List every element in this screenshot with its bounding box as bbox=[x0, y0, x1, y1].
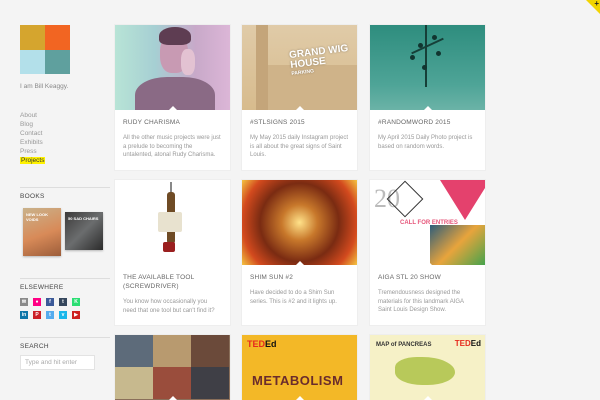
main-nav: About Blog Contact Exhibits Press Projec… bbox=[20, 111, 110, 165]
nav-projects[interactable]: Projects bbox=[20, 156, 110, 165]
project-thumbnail: TEDEd METABOLISM bbox=[242, 335, 357, 400]
vimeo-icon[interactable]: v bbox=[59, 311, 67, 319]
project-card-stlsigns[interactable]: GRAND WIG HOUSE PARKING #STLSIGNS 2015 My… bbox=[242, 25, 357, 170]
project-title: AIGA STL 20 SHOW bbox=[378, 274, 441, 281]
book-cover-2[interactable]: 50 SAD CHAIRS bbox=[65, 212, 103, 250]
facebook-icon[interactable]: f bbox=[46, 298, 54, 306]
project-description: All the other music projects were just a… bbox=[123, 135, 221, 158]
project-thumbnail: 20 CALL FOR ENTRIES bbox=[370, 180, 485, 265]
project-card-mosaic[interactable] bbox=[115, 335, 230, 400]
project-card-shim-sun[interactable]: SHIM SUN #2 Have decided to do a Shim Su… bbox=[242, 180, 357, 325]
elsewhere-heading: ELSEWHERE bbox=[20, 284, 64, 291]
book-cover-1[interactable]: NEW LOOK VOIDS bbox=[23, 208, 61, 256]
project-description: Tremendousness designed the materials fo… bbox=[378, 290, 464, 313]
flickr-icon[interactable]: ● bbox=[33, 298, 41, 306]
project-card-randomword[interactable]: #RANDOMWORD 2015 My April 2015 Daily Pho… bbox=[370, 25, 485, 170]
project-title: THE AVAILABLE TOOL (SCREWDRIVER) bbox=[123, 274, 195, 290]
sidebar: I am Bill Keaggy. About Blog Contact Exh… bbox=[20, 25, 110, 370]
project-card-available-tool[interactable]: THE AVAILABLE TOOL (SCREWDRIVER) You kno… bbox=[115, 180, 230, 325]
project-description: My May 2015 daily Instagram project is a… bbox=[250, 135, 349, 158]
project-card-rudy-charisma[interactable]: RUDY CHARISMA All the other music projec… bbox=[115, 25, 230, 170]
nav-press[interactable]: Press bbox=[20, 147, 110, 156]
social-links: ✉ ● f t Kin Pt v ▶ bbox=[20, 298, 110, 319]
project-thumbnail bbox=[115, 335, 230, 400]
project-title: SHIM SUN #2 bbox=[250, 274, 294, 281]
youtube-icon[interactable]: ▶ bbox=[72, 311, 80, 319]
project-thumbnail bbox=[115, 25, 230, 110]
plus-icon: + bbox=[594, 0, 599, 8]
books-heading: BOOKS bbox=[20, 193, 45, 200]
project-thumbnail bbox=[115, 180, 230, 265]
linkedin-icon[interactable]: in bbox=[20, 311, 28, 319]
project-description: My April 2015 Daily Photo project is bas… bbox=[378, 135, 473, 150]
project-thumbnail: GRAND WIG HOUSE PARKING bbox=[242, 25, 357, 110]
nav-contact[interactable]: Contact bbox=[20, 129, 110, 138]
nav-exhibits[interactable]: Exhibits bbox=[20, 138, 110, 147]
email-icon[interactable]: ✉ bbox=[20, 298, 28, 306]
search-heading: SEARCH bbox=[20, 343, 49, 350]
project-title: RUDY CHARISMA bbox=[123, 119, 181, 126]
kickstarter-icon[interactable]: K bbox=[72, 298, 80, 306]
project-card-aiga-stl-20[interactable]: 20 CALL FOR ENTRIES AIGA STL 20 SHOW Tre… bbox=[370, 180, 485, 325]
search-input[interactable] bbox=[20, 355, 95, 370]
books-section: BOOKS NEW LOOK VOIDS 50 SAD CHAIRS bbox=[20, 187, 110, 260]
nav-blog[interactable]: Blog bbox=[20, 120, 110, 129]
project-description: Have decided to do a Shim Sun series. Th… bbox=[250, 290, 337, 305]
project-title: #STLSIGNS 2015 bbox=[250, 119, 305, 126]
project-thumbnail: MAP of PANCREAS TEDEd bbox=[370, 335, 485, 400]
nav-about[interactable]: About bbox=[20, 111, 110, 120]
project-card-metabolism[interactable]: TEDEd METABOLISM bbox=[242, 335, 357, 400]
search-section: SEARCH bbox=[20, 337, 110, 370]
project-description: You know how occasionally you need that … bbox=[123, 299, 215, 314]
project-card-pancreas[interactable]: MAP of PANCREAS TEDEd bbox=[370, 335, 485, 400]
site-logo[interactable] bbox=[20, 25, 70, 74]
project-title: #RANDOMWORD 2015 bbox=[378, 119, 451, 126]
pinterest-icon[interactable]: P bbox=[33, 311, 41, 319]
project-thumbnail bbox=[242, 180, 357, 265]
elsewhere-section: ELSEWHERE ✉ ● f t Kin Pt v ▶ bbox=[20, 278, 110, 319]
project-thumbnail bbox=[370, 25, 485, 110]
intro-text: I am Bill Keaggy. bbox=[20, 83, 69, 90]
twitter-icon[interactable]: t bbox=[46, 311, 54, 319]
tumblr-icon[interactable]: t bbox=[59, 298, 67, 306]
